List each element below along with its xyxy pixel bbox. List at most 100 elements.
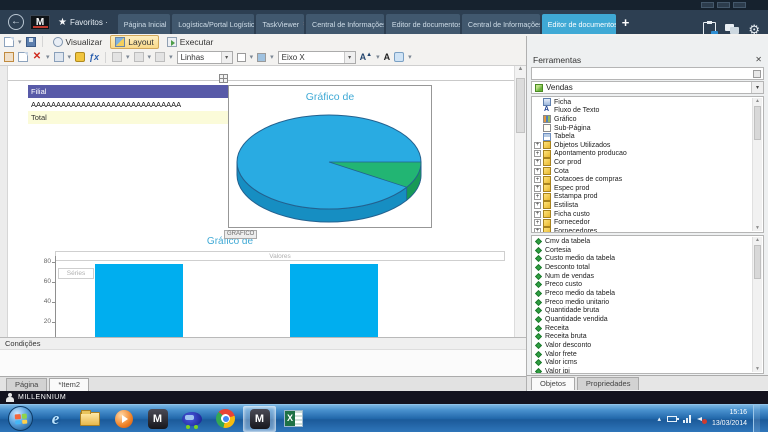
taskbar-tile[interactable] [209, 406, 242, 432]
key-icon[interactable] [75, 52, 85, 62]
taskbar-tile[interactable] [175, 406, 208, 432]
panel-tab[interactable]: Propriedades [577, 377, 640, 390]
field-item[interactable]: Receita [535, 324, 751, 333]
field-item[interactable]: Custo medio da tabela [535, 254, 751, 263]
document-canvas[interactable]: Filial Receita: Pr Quantidade AAAAAAAAAA… [0, 66, 514, 337]
eixo-combo[interactable]: Eixo X ▾ [278, 51, 356, 64]
field-item[interactable]: Cortesia [535, 246, 751, 255]
delete-dropdown-icon[interactable]: ▾ [46, 53, 50, 61]
border-dropdown-icon[interactable]: ▾ [169, 53, 173, 61]
window-minimize-button[interactable] [701, 2, 714, 8]
field-item[interactable]: Preco medio unitario [535, 298, 751, 307]
tree-item[interactable]: Ficha [534, 98, 751, 107]
expand-icon[interactable] [534, 168, 541, 175]
border-icon[interactable] [155, 52, 165, 62]
table-move-handle-icon[interactable] [219, 74, 228, 83]
import-icon[interactable] [4, 52, 14, 62]
text-fill-icon[interactable] [394, 52, 404, 62]
favorites-menu[interactable]: ★ Favoritos · [58, 17, 108, 28]
fill-color-swatch[interactable] [257, 53, 266, 62]
text-fill-dropdown-icon[interactable]: ▾ [408, 53, 412, 61]
volume-icon[interactable] [697, 415, 706, 423]
expand-icon[interactable] [534, 150, 541, 157]
bar-series-0[interactable] [95, 264, 183, 337]
field-item[interactable]: Num de vendas [535, 272, 751, 281]
expand-icon[interactable] [534, 219, 541, 226]
save-icon[interactable] [26, 37, 36, 47]
field-item[interactable]: Valor frete [535, 350, 751, 359]
delete-icon[interactable]: ✕ [32, 52, 42, 62]
new-document-icon[interactable] [4, 37, 14, 47]
visualizar-button[interactable]: Visualizar [49, 36, 107, 48]
browser-tab[interactable]: Página Inicial × [118, 14, 170, 34]
browser-tab[interactable]: Central de Informações × [306, 14, 384, 34]
tray-expand-icon[interactable]: ▴ [657, 415, 661, 423]
executar-button[interactable]: Executar [163, 36, 218, 48]
tree-item[interactable]: Estampa prod [534, 193, 751, 202]
browser-tab[interactable]: Editor de documentos × [542, 14, 616, 34]
window-maximize-button[interactable] [717, 2, 730, 8]
tree-scrollbar[interactable]: ▲ ▼ [752, 98, 762, 231]
app-logo[interactable]: M [30, 15, 50, 30]
field-item[interactable]: Valor desconto [535, 341, 751, 350]
new-document-dropdown-icon[interactable]: ▾ [18, 38, 22, 46]
condicoes-title[interactable]: Condições [0, 338, 526, 350]
tray-clock[interactable]: 15:16 13/03/2014 [712, 408, 747, 428]
taskbar-tile[interactable]: M [141, 406, 174, 432]
fill-color-dropdown-icon[interactable]: ▾ [270, 53, 274, 61]
scroll-up-icon[interactable]: ▲ [755, 98, 760, 104]
start-button[interactable] [8, 406, 33, 431]
back-button[interactable]: ← [8, 14, 24, 30]
browser-tab[interactable]: Logística/Portal Logística × [172, 14, 254, 34]
scrollbar-thumb[interactable] [754, 245, 761, 279]
scroll-up-icon[interactable]: ▲ [518, 66, 524, 72]
line-color-dropdown-icon[interactable]: ▾ [250, 53, 254, 61]
network-icon[interactable] [683, 415, 691, 423]
tree-item[interactable]: Fornecedores [534, 227, 751, 233]
field-item[interactable]: Receita bruta [535, 333, 751, 342]
tree-item[interactable]: Gráfico [534, 115, 751, 124]
field-item[interactable]: Preco custo [535, 280, 751, 289]
scrollbar-thumb[interactable] [516, 78, 525, 133]
sort-icon[interactable] [112, 52, 122, 62]
tools-search-input[interactable] [531, 67, 764, 80]
dataset-select[interactable]: Vendas ▾ [531, 81, 764, 94]
browser-tab[interactable]: Central de Informações × [462, 14, 540, 34]
expand-icon[interactable] [534, 228, 541, 233]
tree-item[interactable]: Fluxo de Texto [534, 107, 751, 116]
taskbar-tile[interactable] [73, 406, 106, 432]
browser-tab[interactable]: TaskViewer × [256, 14, 304, 34]
field-item[interactable]: Valor ipi [535, 367, 751, 374]
tree-item[interactable]: Cotacoes de compras [534, 175, 751, 184]
panel-tab[interactable]: Objetos [531, 377, 575, 390]
expand-icon[interactable] [534, 211, 541, 218]
tree-item[interactable]: Ficha custo [534, 210, 751, 219]
expand-icon[interactable] [534, 142, 541, 149]
font-grow-button[interactable]: A▲ [360, 52, 372, 62]
taskbar-tile[interactable]: e [39, 406, 72, 432]
tree-item[interactable]: Espec prod [534, 184, 751, 193]
formula-icon[interactable]: ƒx [89, 52, 99, 62]
font-grow-dropdown-icon[interactable]: ▾ [376, 53, 380, 61]
tree-item[interactable]: Cor prod [534, 158, 751, 167]
show-desktop-button[interactable] [753, 405, 760, 432]
battery-icon[interactable] [667, 416, 677, 422]
font-button[interactable]: A [384, 52, 391, 62]
tree-item[interactable]: Estilista [534, 201, 751, 210]
export-icon[interactable] [54, 52, 64, 62]
tree-item[interactable]: Tabela [534, 132, 751, 141]
scroll-down-icon[interactable]: ▼ [753, 366, 762, 372]
taskbar-tile[interactable]: M [243, 406, 276, 432]
tree-item[interactable]: Cota [534, 167, 751, 176]
field-item[interactable]: Quantidade bruta [535, 307, 751, 316]
field-item[interactable]: Cmv da tabela [535, 237, 751, 246]
expand-icon[interactable] [534, 159, 541, 166]
sort-dropdown-icon[interactable]: ▾ [126, 53, 130, 61]
window-close-button[interactable] [733, 2, 746, 8]
bar-series-1[interactable] [290, 264, 378, 337]
scroll-up-icon[interactable]: ▲ [755, 237, 760, 243]
dataset-dropdown-icon[interactable]: ▾ [751, 82, 763, 93]
expand-icon[interactable] [534, 202, 541, 209]
new-tab-button[interactable]: + [622, 15, 630, 30]
export-dropdown-icon[interactable]: ▾ [68, 53, 72, 61]
